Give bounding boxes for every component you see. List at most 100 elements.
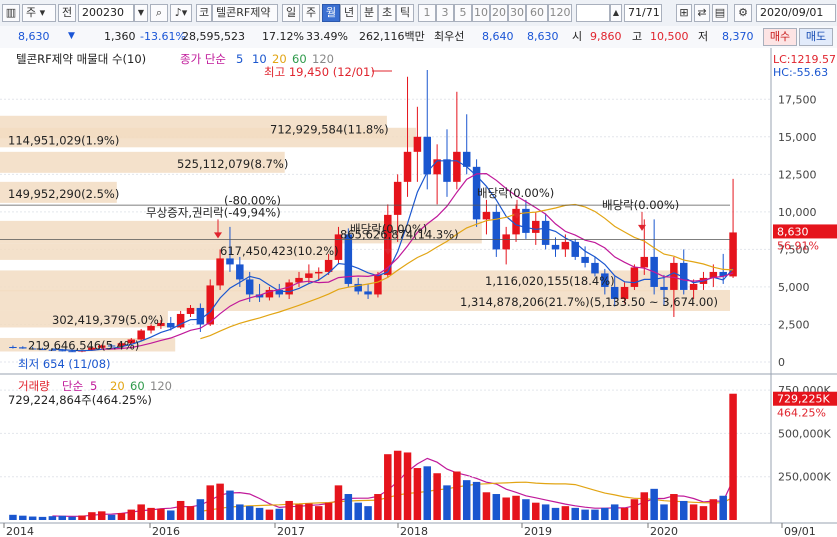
volume-ma-period: 60 <box>130 379 145 393</box>
interval-input[interactable] <box>576 4 610 22</box>
period-year[interactable]: 년 <box>340 4 358 22</box>
candle-body <box>660 286 668 290</box>
basis-select[interactable]: 전 <box>58 4 76 22</box>
grid-icon[interactable]: ⊞ <box>676 4 692 22</box>
period-minute[interactable]: 분 <box>360 4 378 22</box>
volume: 28,595,523 <box>182 30 245 43</box>
bid-label: 최우선 <box>434 30 465 43</box>
volume-bar <box>117 513 126 520</box>
volume-bar <box>443 485 451 520</box>
code-dropdown-icon[interactable]: ▼ <box>134 4 148 22</box>
stock-tag[interactable]: 코 <box>196 4 212 22</box>
candle-body <box>413 136 422 152</box>
volume-bar <box>709 499 718 520</box>
candle-body <box>443 159 451 182</box>
interval-120[interactable]: 120 <box>548 4 572 22</box>
profile-label: 1,116,020,155(18.4%) <box>485 274 615 288</box>
page-current: 71 <box>628 6 642 19</box>
hc-label: HC:-55.63 <box>773 66 828 79</box>
interval-30[interactable]: 30 <box>508 4 526 22</box>
volume-bar <box>551 507 560 520</box>
profile-label: 617,450,423(10.2%) <box>220 244 339 258</box>
stock-name[interactable]: 텔콘RF제약 <box>212 4 278 22</box>
candle-body <box>551 244 560 250</box>
volume-bar <box>245 506 254 520</box>
price-tick-label: 0 <box>778 356 785 369</box>
candle-body <box>640 256 649 268</box>
interval-1[interactable]: 1 <box>418 4 436 22</box>
layout-icon[interactable]: ▥ <box>2 4 20 22</box>
candle-body <box>305 273 313 278</box>
period-week[interactable]: 주 <box>302 4 320 22</box>
volume-bar <box>324 502 333 520</box>
volume-bar <box>384 454 392 520</box>
interval-60[interactable]: 60 <box>526 4 548 22</box>
volume-last-pct: 464.25% <box>777 407 826 420</box>
volume-bar <box>591 509 599 520</box>
profile-label: 302,419,379(5.0%) <box>52 313 163 327</box>
profile-label: 114,951,029(1.9%) <box>8 134 119 148</box>
volume-bar <box>522 499 530 520</box>
candle-body <box>314 271 323 274</box>
stock-chart[interactable]: 02,5005,0007,50010,00012,50015,00017,500… <box>0 48 837 537</box>
candle-body <box>393 181 402 215</box>
gear-icon[interactable]: ⚙ <box>734 4 752 22</box>
chart-icon[interactable]: ⇄ <box>694 4 710 22</box>
interval-3[interactable]: 3 <box>436 4 454 22</box>
volume-last-value: 729,225K <box>777 393 830 406</box>
candle-body <box>206 285 214 325</box>
volume-bar <box>226 490 234 520</box>
open-value: 9,860 <box>590 30 622 43</box>
interval-10[interactable]: 10 <box>472 4 490 22</box>
candle-body <box>492 211 501 250</box>
volume-bar <box>314 506 323 520</box>
annotation-label: 배당락(0.00%) <box>477 186 554 200</box>
volume-ma-period: 5 <box>90 379 97 393</box>
page-input[interactable]: 71/71 <box>624 4 662 22</box>
change: 1,360 <box>104 30 136 43</box>
turnover: 33.49% <box>306 30 348 43</box>
candle-body <box>689 283 698 290</box>
price: 8,630 <box>18 30 50 43</box>
candle-body <box>591 262 599 274</box>
candle-body <box>571 241 579 257</box>
low-label: 저 <box>698 30 709 43</box>
volume-tick-label: 500,000K <box>778 427 831 440</box>
buy-button[interactable]: 매수 <box>763 28 797 46</box>
market-select[interactable]: 주 ▾ <box>22 4 56 22</box>
volume-bar <box>620 507 629 520</box>
period-second[interactable]: 초 <box>378 4 396 22</box>
interval-5[interactable]: 5 <box>454 4 472 22</box>
period-day[interactable]: 일 <box>282 4 300 22</box>
price-panel-title: 텔콘RF제약 매물대 수(10) <box>16 52 146 66</box>
volume-bar <box>482 492 491 520</box>
volume-bar <box>265 509 274 520</box>
sound-icon[interactable]: ♪▾ <box>170 4 192 22</box>
volume-bar <box>453 471 461 520</box>
volume-bar <box>186 506 195 520</box>
candle-body <box>561 241 570 250</box>
period-tick[interactable]: 틱 <box>396 4 414 22</box>
annotation-sub: (-80.00%) <box>224 193 281 207</box>
volume-bar <box>610 504 619 520</box>
candle-body <box>285 282 293 295</box>
volume-bar <box>206 485 214 520</box>
volume-bar <box>275 508 284 520</box>
volume-bar <box>354 502 362 520</box>
current-pct: 56.91% <box>777 239 819 252</box>
volume-bar <box>532 502 540 520</box>
candle-body <box>630 267 639 287</box>
spin-icon[interactable]: ▲ <box>610 4 622 22</box>
volume-bar <box>541 504 550 520</box>
volume-bar <box>561 506 570 520</box>
code-input[interactable]: 200230 <box>78 4 134 22</box>
sell-button[interactable]: 매도 <box>799 28 833 46</box>
date-input[interactable]: 2020/09/01 <box>756 4 836 22</box>
volume-bar <box>78 515 86 520</box>
period-month[interactable]: 월 <box>322 4 340 22</box>
interval-20[interactable]: 20 <box>490 4 508 22</box>
price-tick-label: 2,500 <box>778 318 810 331</box>
search-icon[interactable]: ⌕ <box>150 4 168 22</box>
candle-body <box>196 307 205 325</box>
save-icon[interactable]: ▤ <box>712 4 728 22</box>
